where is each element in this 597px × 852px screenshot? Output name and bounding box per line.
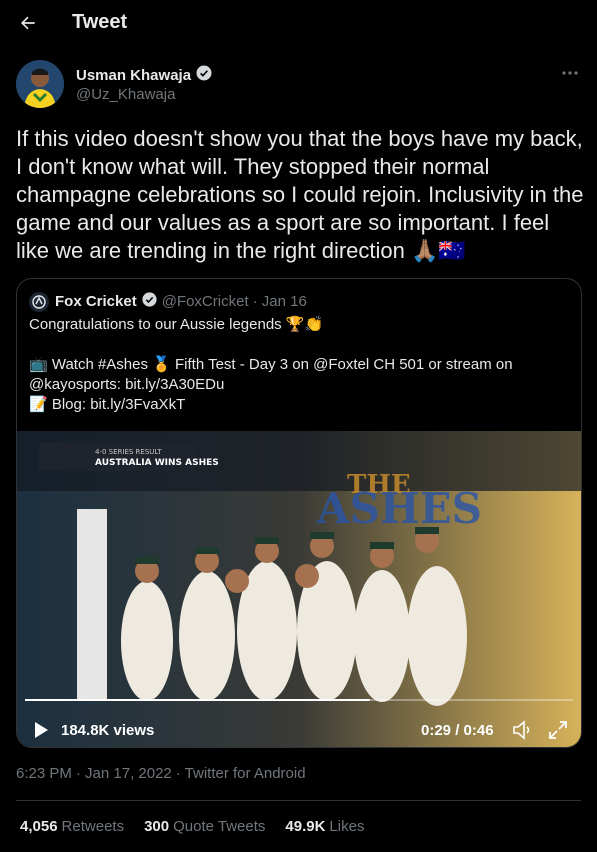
avatar[interactable] <box>16 60 64 108</box>
video-player[interactable]: THE ASHES 4-0 SERIES RESULT AUSTRALIA WI… <box>17 431 581 747</box>
tweet-source[interactable]: · Twitter for Android <box>176 765 306 782</box>
likes-label: Likes <box>329 818 365 835</box>
quote-tweets-label: Quote Tweets <box>173 818 266 835</box>
tweet-text: If this video doesn't show you that the … <box>16 126 584 263</box>
svg-text:ASHES: ASHES <box>316 484 482 533</box>
likes-count: 49.9K <box>285 818 326 835</box>
tweet-time[interactable]: 6:23 PM <box>16 765 72 782</box>
retweets-label: Retweets <box>61 818 125 835</box>
quoted-tweet-text: Congratulations to our Aussie legends 🏆👏… <box>29 316 513 413</box>
page-title: Tweet <box>72 11 128 33</box>
quoted-tweet-header: Fox Cricket @FoxCricket · Jan 16 <box>29 291 307 312</box>
likes-stat[interactable]: 49.9K Likes <box>285 818 364 835</box>
video-views: 184.8K views <box>61 722 155 739</box>
back-arrow-icon[interactable] <box>16 11 40 35</box>
quoted-author-name: Fox Cricket <box>55 293 137 310</box>
volume-icon[interactable] <box>511 719 535 741</box>
video-overlay-line2: AUSTRALIA WINS ASHES <box>95 458 219 468</box>
video-progress-bar[interactable] <box>25 699 573 701</box>
retweets-count: 4,056 <box>20 818 58 835</box>
play-icon[interactable] <box>33 721 49 739</box>
author-name[interactable]: Usman Khawaja <box>76 64 213 86</box>
fullscreen-icon[interactable] <box>547 719 569 741</box>
more-options-icon[interactable] <box>559 64 581 82</box>
verified-badge-icon <box>195 64 213 86</box>
tweet-meta: 6:23 PM · Jan 17, 2022 · Twitter for And… <box>16 765 306 782</box>
tweet-stats: 4,056 Retweets 300 Quote Tweets 49.9K Likes <box>20 818 364 835</box>
divider <box>16 800 581 801</box>
fox-cricket-avatar <box>29 291 49 312</box>
verified-badge-icon <box>141 291 158 312</box>
video-controls: 184.8K views 0:29 / 0:46 <box>17 693 581 747</box>
retweets-stat[interactable]: 4,056 Retweets <box>20 818 124 835</box>
author-name-text[interactable]: Usman Khawaja <box>76 67 191 84</box>
quoted-tweet[interactable]: Fox Cricket @FoxCricket · Jan 16 Congrat… <box>16 278 582 748</box>
video-overlay-line1: 4-0 SERIES RESULT <box>95 448 162 456</box>
author-handle[interactable]: @Uz_Khawaja <box>76 86 175 103</box>
quote-tweets-stat[interactable]: 300 Quote Tweets <box>144 818 265 835</box>
video-progress-fill <box>25 699 371 701</box>
top-header: Tweet <box>0 0 597 46</box>
video-time: 0:29 / 0:46 <box>421 722 494 739</box>
quoted-tweet-date: · Jan 16 <box>252 293 307 310</box>
quote-tweets-count: 300 <box>144 818 170 835</box>
quoted-author-handle: @FoxCricket <box>161 293 249 310</box>
tweet-date[interactable]: · Jan 17, 2022 <box>76 765 172 782</box>
